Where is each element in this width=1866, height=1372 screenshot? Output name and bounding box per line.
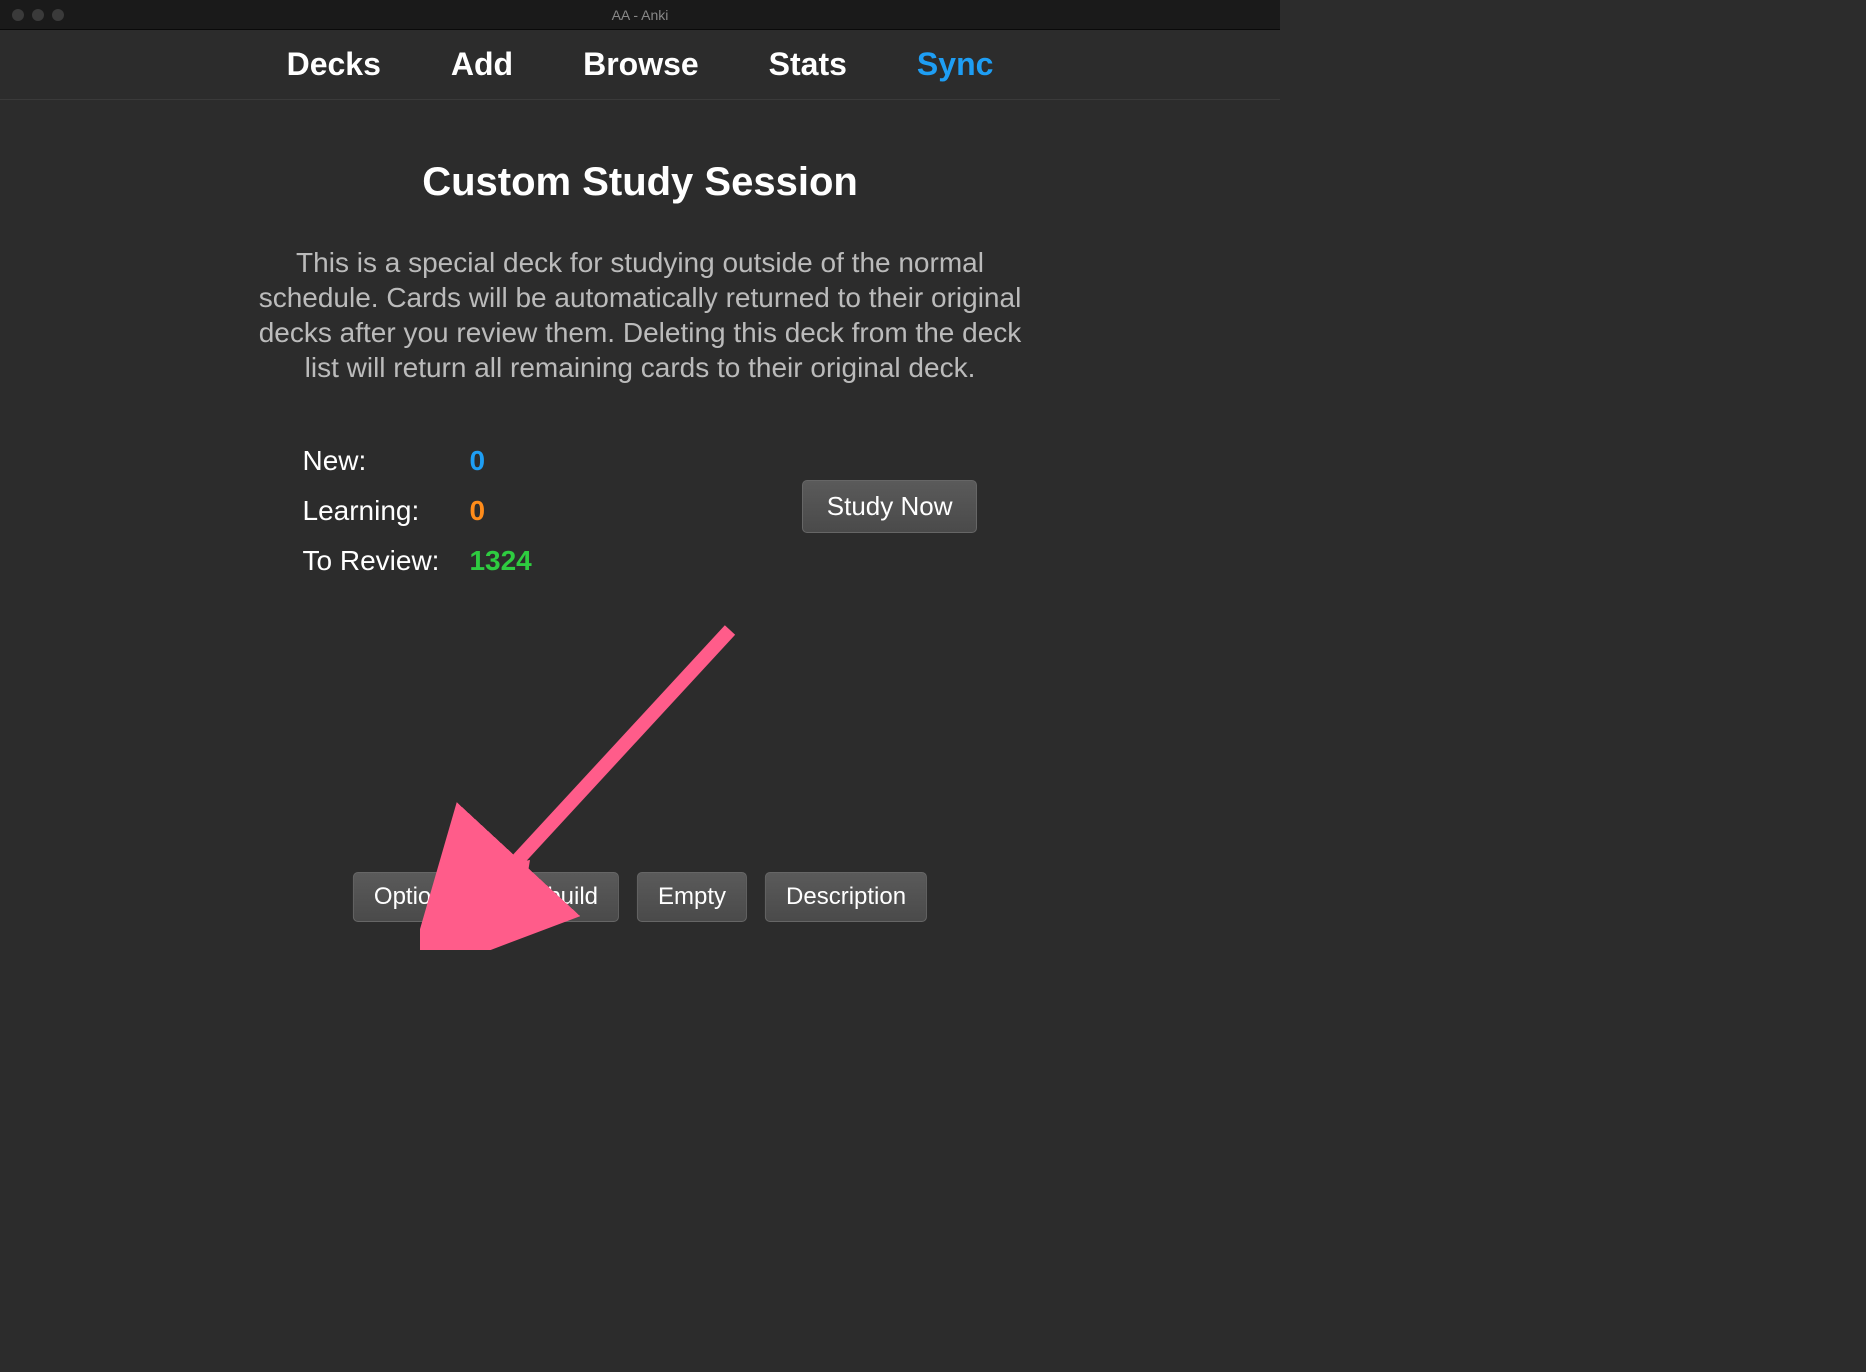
minimize-icon[interactable] <box>32 9 44 21</box>
stat-new-value: 0 <box>469 445 531 477</box>
maximize-icon[interactable] <box>52 9 64 21</box>
titlebar: AA - Anki <box>0 0 1280 30</box>
close-icon[interactable] <box>12 9 24 21</box>
stat-learning-label: Learning: <box>303 495 440 527</box>
traffic-lights <box>0 9 64 21</box>
stat-review-label: To Review: <box>303 545 440 577</box>
nav-add[interactable]: Add <box>451 46 513 83</box>
description-button[interactable]: Description <box>765 872 927 922</box>
nav-decks[interactable]: Decks <box>287 46 381 83</box>
rebuild-button[interactable]: Rebuild <box>496 872 619 922</box>
main-content: Custom Study Session This is a special d… <box>0 100 1280 940</box>
nav-browse[interactable]: Browse <box>583 46 699 83</box>
options-button[interactable]: Options <box>353 872 478 922</box>
anki-window: AA - Anki Decks Add Browse Stats Sync Cu… <box>0 0 1280 940</box>
stats-study-row: New: 0 Learning: 0 To Review: 1324 Study… <box>303 445 978 577</box>
stat-learning-value: 0 <box>469 495 531 527</box>
deck-title: Custom Study Session <box>422 160 858 205</box>
nav-sync[interactable]: Sync <box>917 46 993 83</box>
deck-description: This is a special deck for studying outs… <box>245 245 1035 385</box>
stat-new-label: New: <box>303 445 440 477</box>
bottom-buttons: Options Rebuild Empty Description <box>353 872 927 922</box>
nav-stats[interactable]: Stats <box>769 46 847 83</box>
study-now-button[interactable]: Study Now <box>802 480 978 533</box>
window-title: AA - Anki <box>612 7 669 23</box>
stats-table: New: 0 Learning: 0 To Review: 1324 <box>303 445 532 577</box>
empty-button[interactable]: Empty <box>637 872 747 922</box>
stat-review-value: 1324 <box>469 545 531 577</box>
nav-bar: Decks Add Browse Stats Sync <box>0 30 1280 100</box>
